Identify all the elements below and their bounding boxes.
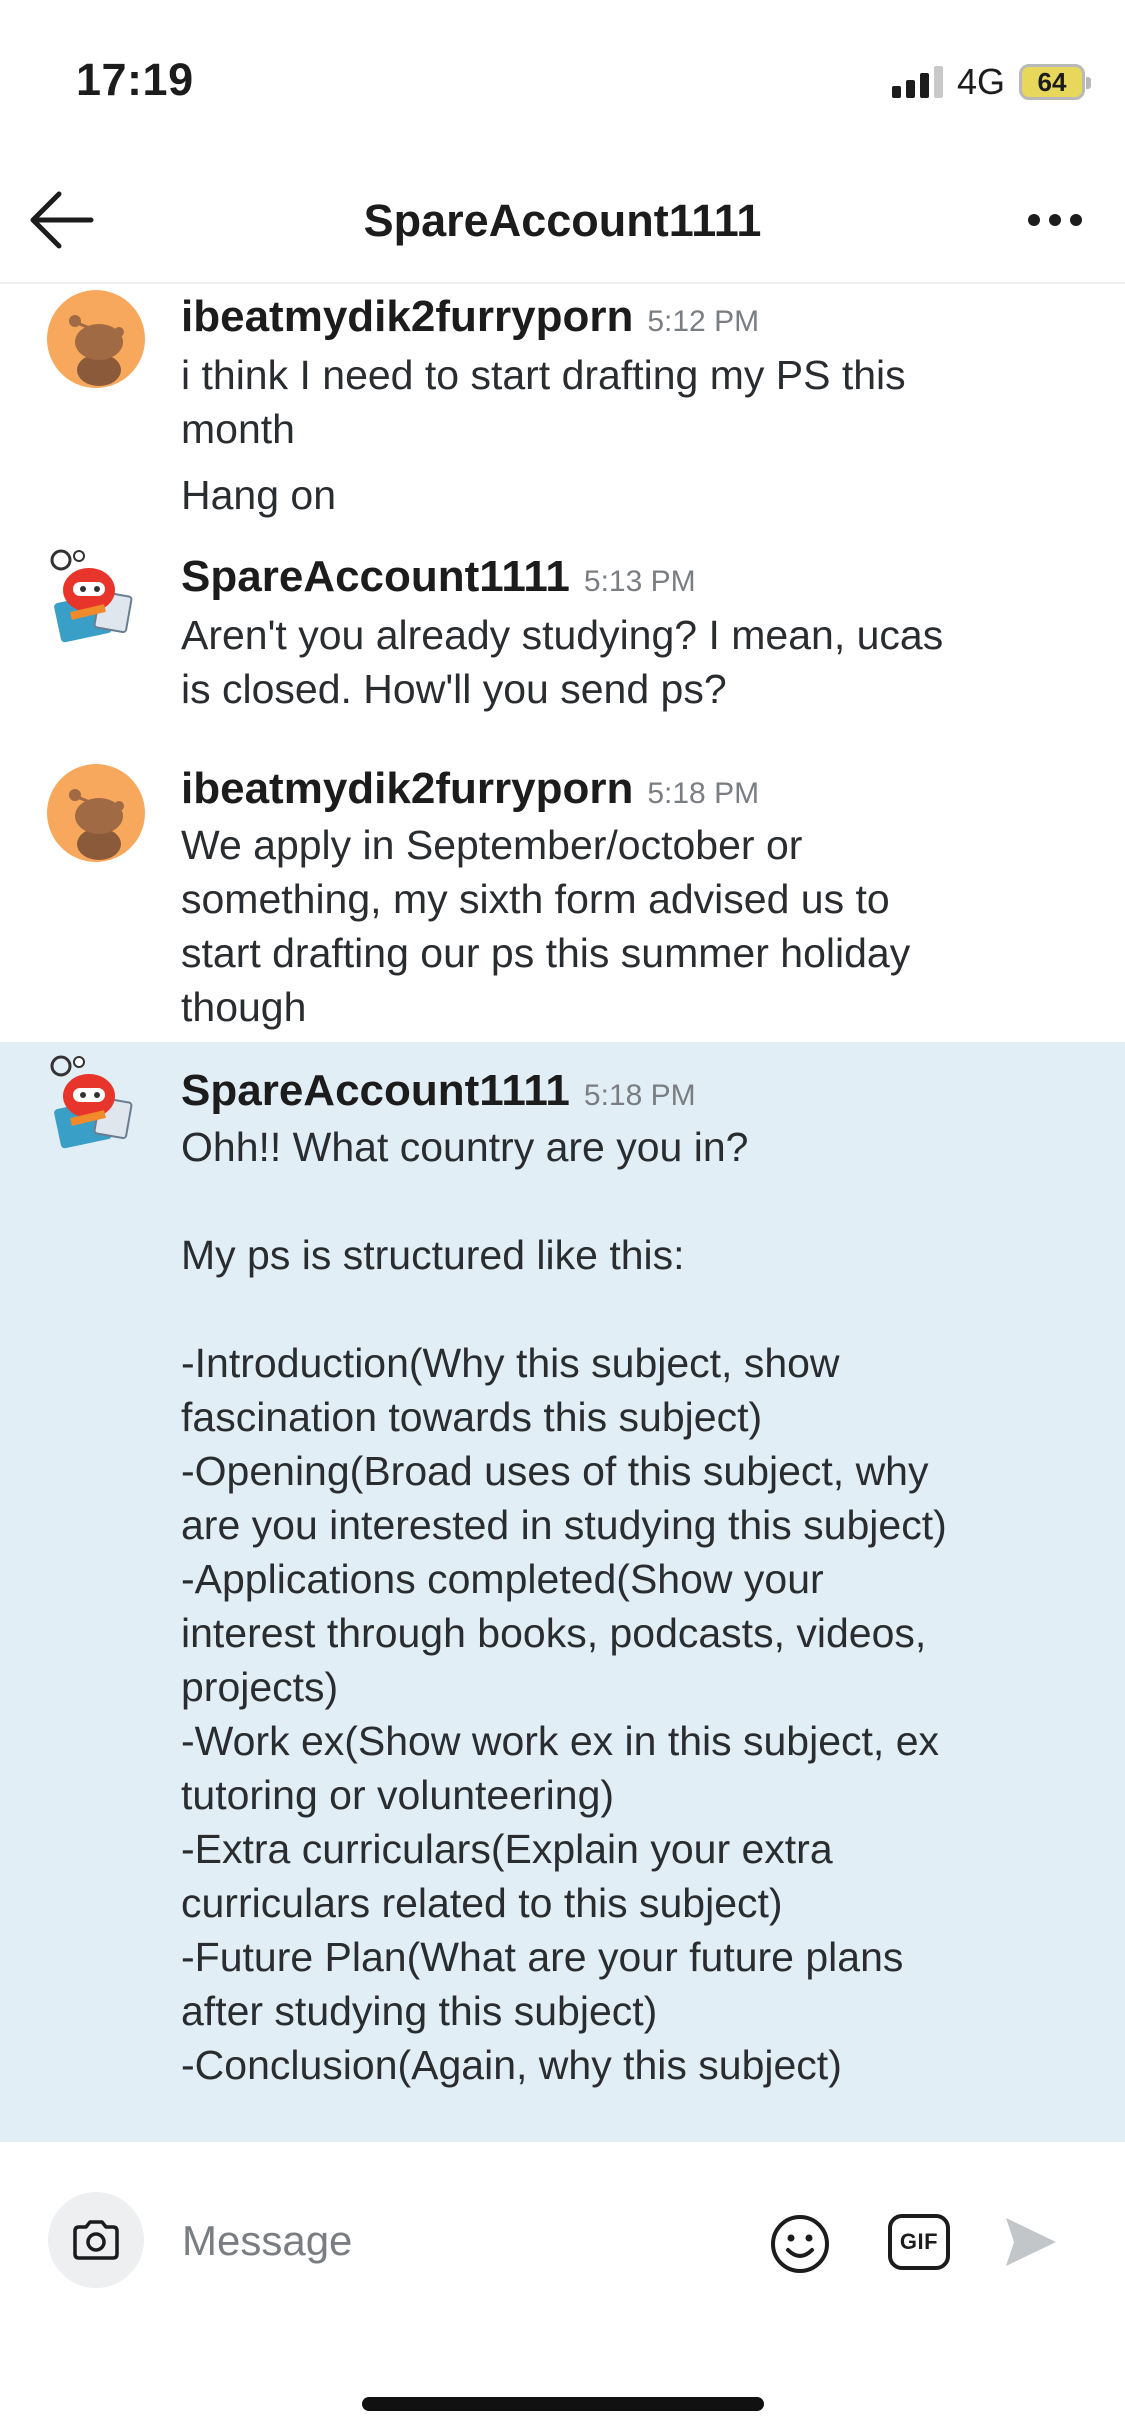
- message-username[interactable]: SpareAccount1111: [181, 1066, 570, 1116]
- message-composer: GIF: [0, 2142, 1125, 2332]
- camera-icon: [73, 2220, 119, 2260]
- emoji-icon[interactable]: [768, 2212, 832, 2276]
- message-item-highlighted: SpareAccount1111 5:18 PM Ohh!! What coun…: [0, 1042, 1125, 2142]
- message-text: Hang on: [181, 472, 337, 518]
- more-horizontal-icon: [1028, 214, 1040, 226]
- chat-header: SpareAccount1111: [0, 160, 1125, 284]
- message-text: Ohh!! What country are you in? My ps is …: [181, 1124, 947, 2088]
- send-icon[interactable]: [1000, 2214, 1060, 2270]
- message-list[interactable]: ibeatmydik2furryporn 5:12 PM i think I n…: [0, 286, 1125, 2142]
- message-item: SpareAccount1111 5:13 PM Aren't you alre…: [0, 549, 1125, 760]
- camera-button[interactable]: [48, 2192, 144, 2288]
- message-text: We apply in September/october or somethi…: [181, 822, 911, 1030]
- message-username[interactable]: SpareAccount1111: [181, 552, 570, 602]
- message-item: ibeatmydik2furryporn 5:18 PM We apply in…: [0, 760, 1125, 1042]
- home-indicator[interactable]: [362, 2397, 764, 2411]
- snoo-robot-avatar[interactable]: [47, 546, 145, 644]
- message-text: i think I need to start drafting my PS t…: [181, 352, 906, 452]
- status-bar: 17:19 4G 64: [0, 0, 1125, 160]
- network-type: 4G: [956, 61, 1005, 102]
- snoo-orange-avatar[interactable]: [47, 290, 145, 388]
- message-time: 5:13 PM: [583, 565, 696, 598]
- more-options-button[interactable]: [1015, 185, 1095, 255]
- chat-title[interactable]: SpareAccount1111: [364, 195, 762, 247]
- message-time: 5:18 PM: [647, 777, 760, 810]
- message-username[interactable]: ibeatmydik2furryporn: [181, 292, 633, 342]
- arrow-left-icon: [30, 191, 94, 249]
- cellular-signal-icon: [891, 66, 943, 98]
- status-indicators: 4G 64: [891, 60, 1091, 104]
- snoo-robot-avatar[interactable]: [47, 1052, 145, 1150]
- message-item: ibeatmydik2furryporn 5:12 PM i think I n…: [0, 286, 1125, 552]
- gif-label: GIF: [899, 2229, 939, 2254]
- message-time: 5:12 PM: [647, 305, 760, 338]
- status-time: 17:19: [76, 54, 194, 105]
- battery-level: 64: [1037, 66, 1067, 97]
- message-text: Aren't you already studying? I mean, uca…: [181, 612, 944, 712]
- message-time: 5:18 PM: [583, 1079, 696, 1112]
- message-input[interactable]: [182, 2206, 742, 2276]
- gif-button[interactable]: GIF: [888, 2214, 950, 2270]
- message-username[interactable]: ibeatmydik2furryporn: [181, 764, 633, 814]
- back-button[interactable]: [22, 180, 102, 260]
- battery-icon: 64: [1019, 64, 1091, 100]
- snoo-orange-avatar[interactable]: [47, 764, 145, 862]
